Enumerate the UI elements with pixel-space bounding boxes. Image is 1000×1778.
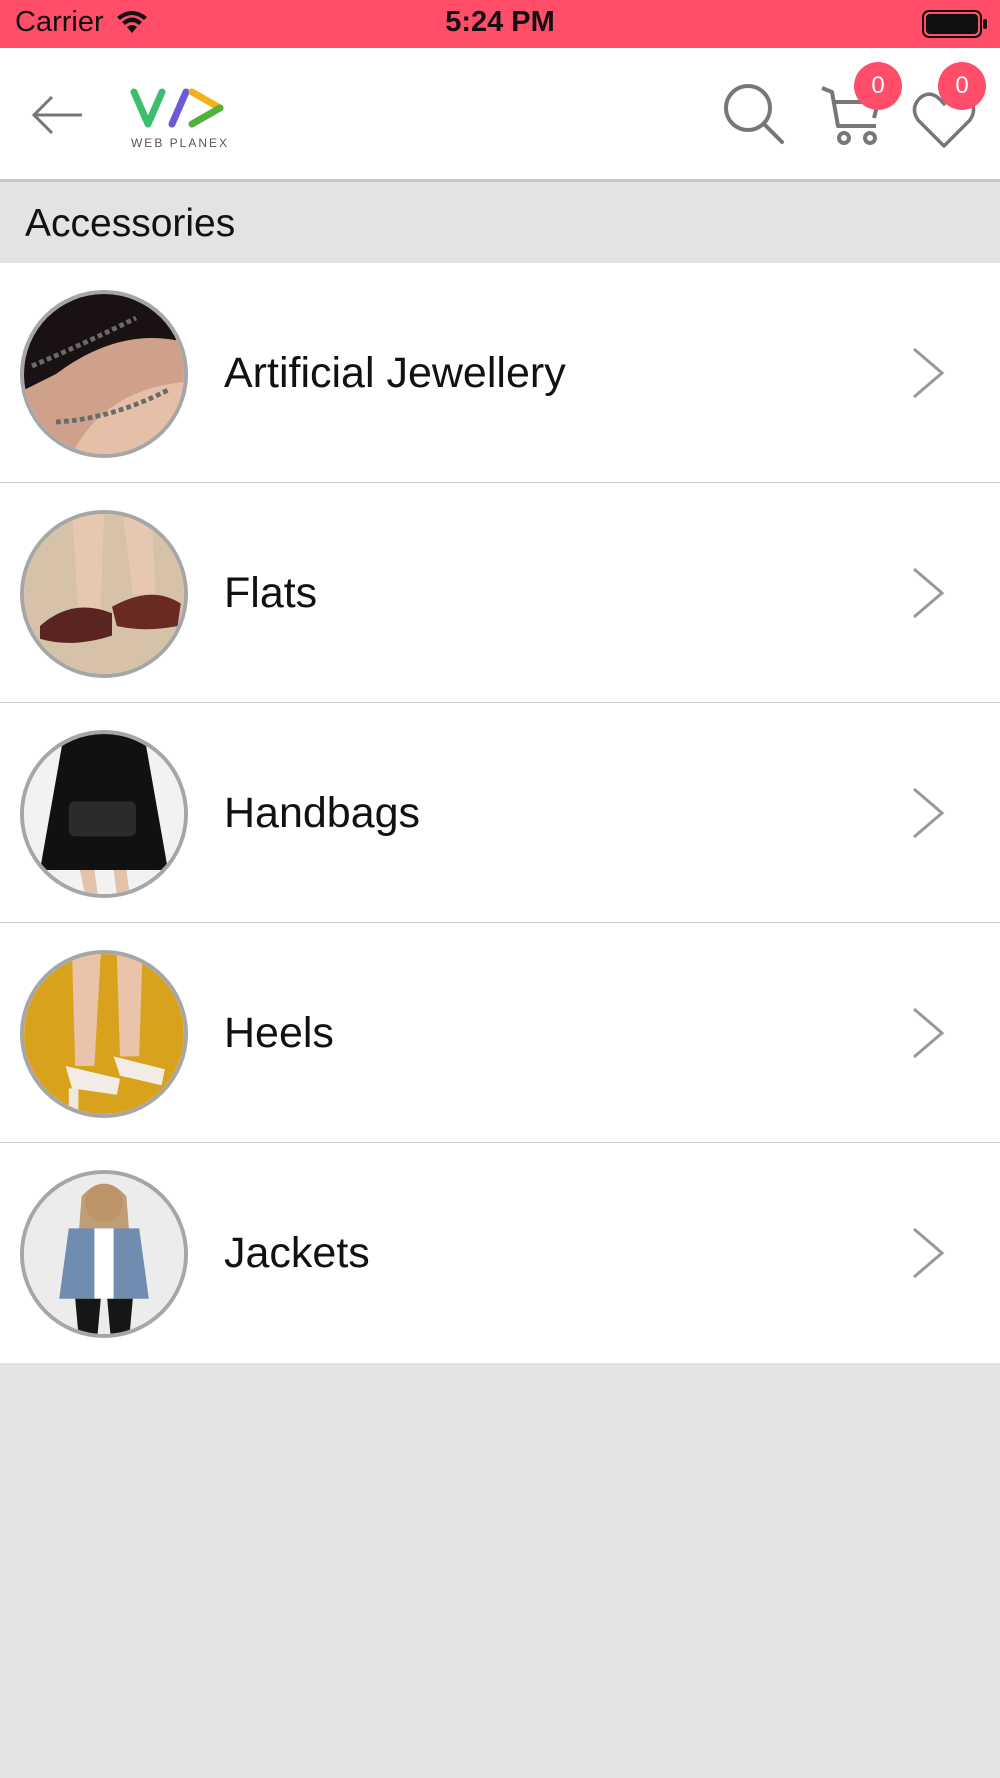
category-list: Artificial Jewellery Flats Handbags Heel… [0,263,1000,1363]
category-thumbnail [20,1170,188,1338]
category-thumbnail [20,950,188,1118]
category-row-handbags[interactable]: Handbags [0,703,1000,923]
category-row-artificial-jewellery[interactable]: Artificial Jewellery [0,263,1000,483]
chevron-right-icon [913,567,945,619]
category-label: Flats [224,568,318,617]
category-label: Heels [224,1008,334,1057]
category-label: Artificial Jewellery [224,348,566,397]
category-thumbnail [20,730,188,898]
status-time: 5:24 PM [445,6,555,38]
search-icon [724,84,784,144]
category-label: Handbags [224,788,421,837]
category-label: Jackets [224,1228,370,1277]
category-row-flats[interactable]: Flats [0,483,1000,703]
status-bar: Carrier 5:24 PM [0,0,1000,48]
logo-text: WEB PLANEX [130,136,230,150]
cart-count-badge: 0 [854,62,902,110]
category-thumbnail [20,290,188,458]
category-row-heels[interactable]: Heels [0,923,1000,1143]
category-thumbnail [20,510,188,678]
chevron-right-icon [913,1227,945,1279]
search-button[interactable] [722,82,786,146]
app-header: WEB PLANEX [0,48,1000,182]
chevron-right-icon [913,787,945,839]
category-row-jackets[interactable]: Jackets [0,1143,1000,1363]
back-button[interactable] [30,90,86,140]
battery-icon [922,10,988,43]
brand-logo: WEB PLANEX [130,84,240,154]
logo-mark [130,88,224,128]
wishlist-count-badge: 0 [938,62,986,110]
chevron-right-icon [913,347,945,399]
back-arrow-icon [31,95,82,135]
section-title: Accessories [0,185,1000,263]
chevron-right-icon [913,1007,945,1059]
